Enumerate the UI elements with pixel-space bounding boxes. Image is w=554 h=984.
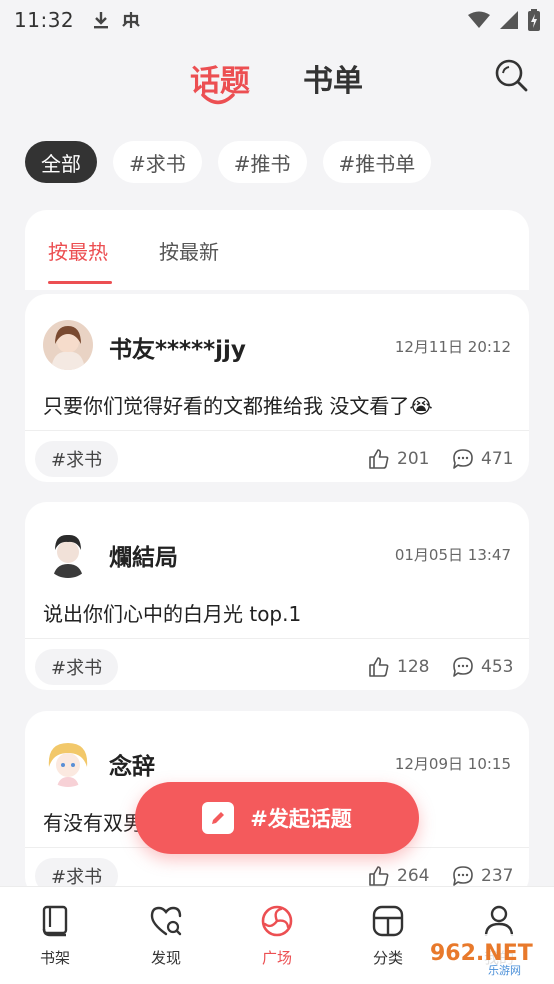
post-tag[interactable]: #求书: [35, 441, 119, 477]
avatar[interactable]: [43, 320, 93, 370]
top-header: 话题 书单: [0, 52, 554, 112]
post-author[interactable]: 念辞: [109, 747, 155, 781]
comment-button[interactable]: 471: [451, 444, 513, 474]
filter-chips: 全部 #求书 #推书 #推书单: [25, 141, 432, 183]
comment-count: 237: [481, 866, 514, 886]
search-icon[interactable]: [492, 56, 530, 94]
sort-active-underline: [48, 281, 112, 284]
post-card[interactable]: 书友*****jjy 12月11日 20:12 只要你们觉得好看的文都推给我 没…: [25, 294, 529, 482]
pencil-icon: [202, 802, 235, 834]
signal-icon: [500, 11, 518, 29]
svg-text:962.NET: 962.NET: [430, 941, 533, 966]
tab-booklist[interactable]: 书单: [303, 56, 363, 100]
sort-by-hot[interactable]: 按最热: [48, 236, 108, 265]
bug-icon: [122, 12, 140, 28]
post-author[interactable]: 书友*****jjy: [109, 330, 246, 364]
post-time: 12月11日 20:12: [394, 338, 511, 356]
thumbs-up-icon: [369, 657, 389, 677]
post-text[interactable]: 有没有双男: [43, 807, 143, 836]
plaza-swirl-icon: [261, 905, 293, 937]
nav-label: 书架: [39, 949, 70, 967]
post-card[interactable]: 爛結局 01月05日 13:47 说出你们心中的白月光 top.1 #求书 12…: [25, 502, 529, 690]
filter-chip-request-book[interactable]: #求书: [113, 141, 202, 183]
comment-count: 471: [481, 449, 514, 469]
nav-label: 发现: [150, 949, 181, 967]
divider: [25, 638, 529, 639]
status-bar: 11:32: [0, 0, 554, 40]
like-button[interactable]: 128: [367, 652, 429, 682]
wifi-icon: [468, 11, 490, 28]
divider: [25, 430, 529, 431]
nav-plaza[interactable]: 广场: [237, 903, 317, 968]
like-count: 264: [397, 866, 430, 886]
post-author[interactable]: 爛結局: [109, 538, 178, 572]
site-watermark-logo: 962.NET 乐游网: [422, 934, 548, 978]
download-icon: [94, 12, 109, 29]
thumbs-up-icon: [369, 449, 389, 469]
post-time: 01月05日 13:47: [394, 546, 511, 564]
active-tab-smile-indicator: [201, 93, 235, 105]
filter-chip-recommend-list[interactable]: #推书单: [322, 141, 432, 183]
like-button[interactable]: 201: [367, 444, 429, 474]
avatar[interactable]: [43, 737, 93, 787]
book-icon: [42, 905, 68, 937]
nav-label: 分类: [372, 949, 403, 967]
battery-icon: [528, 9, 540, 31]
like-count: 201: [397, 449, 430, 469]
filter-chip-all[interactable]: 全部: [25, 141, 97, 183]
comment-icon: [453, 449, 473, 469]
nav-label: 广场: [261, 949, 292, 967]
comment-count: 453: [481, 657, 514, 677]
category-icon: [372, 905, 404, 937]
sort-by-new[interactable]: 按最新: [159, 236, 219, 265]
like-count: 128: [397, 657, 430, 677]
nav-category[interactable]: 分类: [348, 903, 428, 968]
status-time: 11:32: [14, 8, 75, 32]
nav-discover[interactable]: 发现: [126, 903, 206, 968]
comment-icon: [453, 657, 473, 677]
post-tag[interactable]: #求书: [35, 649, 119, 685]
avatar[interactable]: [43, 528, 93, 578]
post-text[interactable]: 说出你们心中的白月光 top.1: [43, 598, 301, 627]
thumbs-up-icon: [369, 866, 389, 886]
filter-chip-recommend-book[interactable]: #推书: [217, 141, 307, 183]
svg-text:乐游网: 乐游网: [488, 964, 521, 977]
comment-button[interactable]: 453: [451, 652, 513, 682]
comment-icon: [453, 866, 473, 886]
sort-bar: 按最热 按最新: [25, 210, 529, 290]
create-topic-button[interactable]: #发起话题: [135, 782, 419, 854]
post-text[interactable]: 只要你们觉得好看的文都推给我 没文看了😭: [43, 390, 433, 419]
heart-search-icon: [150, 906, 182, 936]
create-topic-label: #发起话题: [250, 807, 352, 831]
post-time: 12月09日 10:15: [394, 755, 511, 773]
nav-bookshelf[interactable]: 书架: [15, 903, 95, 968]
